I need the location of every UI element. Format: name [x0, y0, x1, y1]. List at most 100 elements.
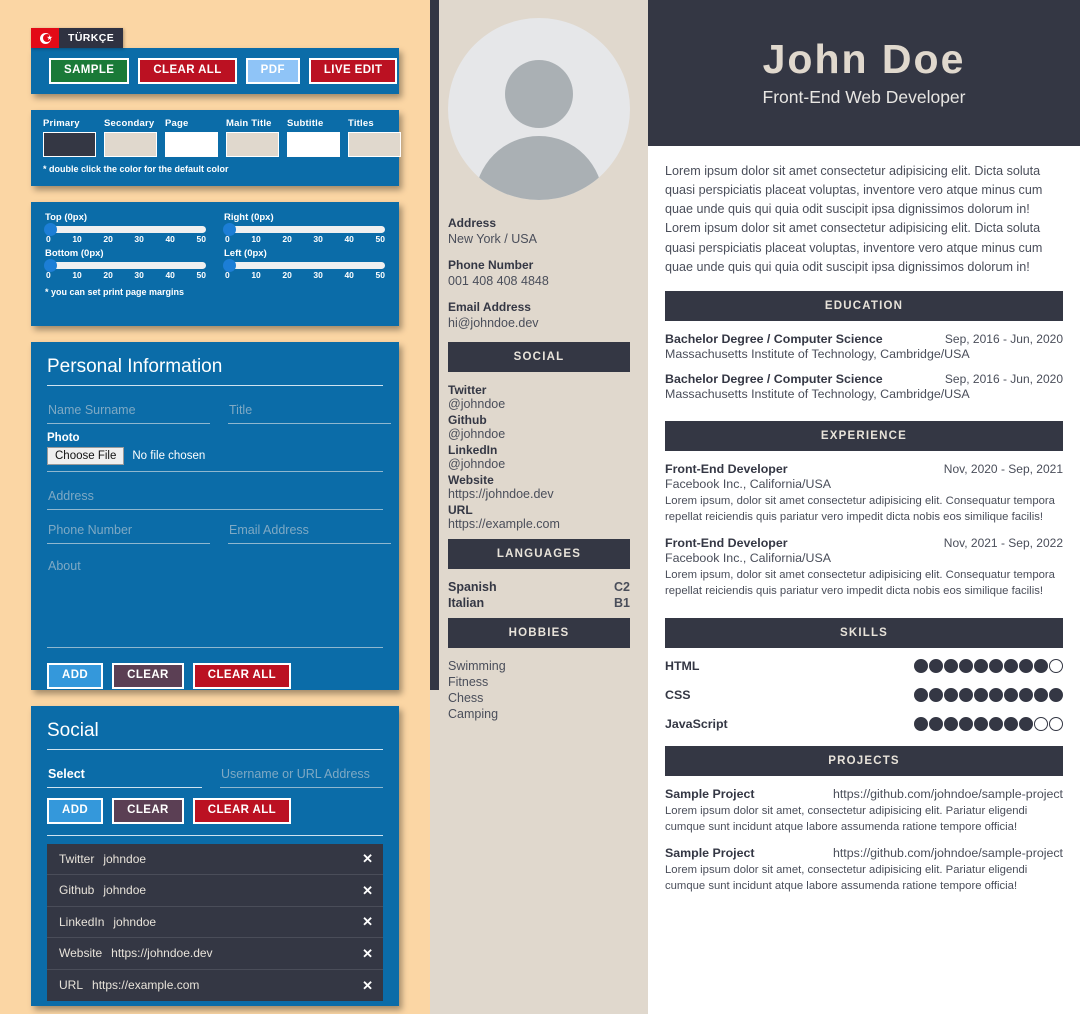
tick: 50: [196, 234, 206, 244]
hobby-item: Chess: [448, 691, 484, 705]
cv-social-value: @johndoe: [448, 397, 506, 411]
social-add-button[interactable]: ADD: [47, 798, 104, 824]
language-switch-button[interactable]: ★ TÜRKÇE: [31, 28, 124, 48]
social-input-row: Select: [47, 760, 383, 788]
color-label-subtitle: Subtitle: [287, 118, 324, 129]
margin-ticks-top: 0 10 20 30 40 50: [45, 234, 206, 244]
color-swatch-page[interactable]: [165, 132, 218, 157]
avatar-head-shape: [505, 60, 573, 128]
cv-social-value: @johndoe: [448, 457, 506, 471]
email-address-input[interactable]: [228, 516, 391, 544]
sample-button[interactable]: SAMPLE: [49, 58, 130, 84]
contact-phone: Phone Number 001 408 408 4848: [448, 258, 630, 288]
skill-dot-filled: [974, 687, 988, 702]
social-platform-select[interactable]: Select: [47, 760, 202, 788]
address-input[interactable]: [47, 482, 383, 510]
hobby-item: Fitness: [448, 675, 489, 689]
title-input[interactable]: [228, 396, 391, 424]
tick: 10: [251, 234, 261, 244]
list-item[interactable]: URL https://example.com ✕: [47, 970, 383, 1002]
project-title: Sample Project: [665, 786, 755, 801]
personal-add-button[interactable]: ADD: [47, 663, 104, 689]
cv-social-label: Github: [448, 413, 487, 427]
social-clear-button[interactable]: CLEAR: [112, 798, 184, 824]
tick: 10: [251, 270, 261, 280]
tick: 30: [313, 234, 323, 244]
education-date: Sep, 2016 - Jun, 2020: [944, 331, 1063, 346]
margin-thumb-right[interactable]: [223, 223, 236, 236]
contact-label: Phone Number: [448, 258, 534, 272]
education-institution: Massachusetts Institute of Technology, C…: [665, 386, 970, 401]
close-icon[interactable]: ✕: [362, 979, 373, 992]
clear-all-button[interactable]: CLEAR ALL: [138, 58, 237, 84]
choose-file-button[interactable]: Choose File: [47, 447, 125, 465]
color-hint-text: * double click the color for the default…: [43, 164, 229, 174]
project-link[interactable]: https://github.com/johndoe/sample-projec…: [833, 846, 1063, 860]
margin-track-right[interactable]: [223, 223, 385, 236]
close-icon[interactable]: ✕: [362, 884, 373, 897]
margin-hint-text: * you can set print page margins: [45, 287, 185, 297]
live-edit-button[interactable]: LIVE EDIT: [308, 58, 398, 84]
list-item[interactable]: Twitter johndoe ✕: [47, 844, 383, 875]
experience-company: Facebook Inc., California/USA: [665, 476, 831, 491]
color-swatch-secondary[interactable]: [104, 132, 157, 157]
contact-label: Address: [448, 216, 497, 230]
social-entry-platform: URL: [59, 978, 84, 993]
close-icon[interactable]: ✕: [362, 915, 373, 928]
project-link[interactable]: https://github.com/johndoe/sample-projec…: [833, 787, 1063, 801]
close-icon[interactable]: ✕: [362, 947, 373, 960]
close-icon[interactable]: ✕: [362, 852, 373, 865]
pdf-button[interactable]: PDF: [245, 58, 300, 84]
margin-track-bottom[interactable]: [44, 259, 206, 272]
margin-thumb-left[interactable]: [223, 259, 236, 272]
name-surname-input[interactable]: [47, 396, 210, 424]
skill-dot-filled: [989, 658, 1003, 673]
color-swatch-titles[interactable]: [348, 132, 401, 157]
skill-dot-filled: [1019, 716, 1033, 731]
skill-dot-filled: [989, 687, 1003, 702]
color-item-main-title: Main Title: [226, 118, 279, 157]
tick: 50: [375, 234, 385, 244]
margin-ticks-left: 0 10 20 30 40 50: [224, 270, 385, 280]
color-swatch-main-title[interactable]: [226, 132, 279, 157]
page-margin-panel: Top (0px) 0 10 20 30 40 50 Right (0px) 0…: [31, 202, 399, 326]
margin-thumb-top[interactable]: [44, 223, 57, 236]
section-heading-hobbies: HOBBIES: [448, 618, 630, 648]
social-clear-all-button[interactable]: CLEAR ALL: [192, 798, 292, 824]
personal-clear-button[interactable]: CLEAR: [112, 663, 184, 689]
color-swatch-primary[interactable]: [43, 132, 96, 157]
margin-track-left[interactable]: [223, 259, 385, 272]
list-item[interactable]: Github johndoe ✕: [47, 875, 383, 907]
skill-dot-filled: [929, 658, 943, 673]
section-heading-experience: EXPERIENCE: [665, 420, 1063, 451]
experience-description: Lorem ipsum, dolor sit amet consectetur …: [665, 568, 1055, 597]
language-label: TÜRKÇE: [59, 28, 124, 48]
language-name: Italian: [448, 596, 485, 610]
section-heading-education: EDUCATION: [665, 290, 1063, 321]
skill-dot-filled: [914, 687, 928, 702]
cv-scrollbar[interactable]: [430, 0, 439, 690]
about-textarea[interactable]: [47, 552, 383, 648]
skill-dot-filled: [974, 658, 988, 673]
tick: 20: [282, 270, 292, 280]
margin-label-left: Left (0px): [224, 248, 267, 259]
skill-name: CSS: [665, 687, 691, 702]
avatar-body-shape: [475, 136, 603, 200]
color-swatch-subtitle[interactable]: [287, 132, 340, 157]
list-item[interactable]: LinkedIn johndoe ✕: [47, 907, 383, 938]
skill-dot-filled: [1034, 658, 1048, 673]
personal-clear-all-button[interactable]: CLEAR ALL: [192, 663, 292, 689]
list-item[interactable]: Website https://johndoe.dev ✕: [47, 938, 383, 970]
margin-track-top[interactable]: [44, 223, 206, 236]
skill-dot-filled: [929, 716, 943, 731]
tick: 20: [103, 234, 113, 244]
margin-thumb-bottom[interactable]: [44, 259, 57, 272]
social-username-input[interactable]: [220, 760, 383, 788]
experience-date: Nov, 2021 - Sep, 2022: [943, 535, 1063, 550]
tick: 30: [134, 270, 144, 280]
avatar-container: [430, 0, 648, 200]
color-label-page: Page: [165, 118, 189, 129]
skill-dot-empty: [1049, 716, 1063, 731]
phone-number-input[interactable]: [47, 516, 210, 544]
color-item-secondary: Secondary: [104, 118, 157, 157]
